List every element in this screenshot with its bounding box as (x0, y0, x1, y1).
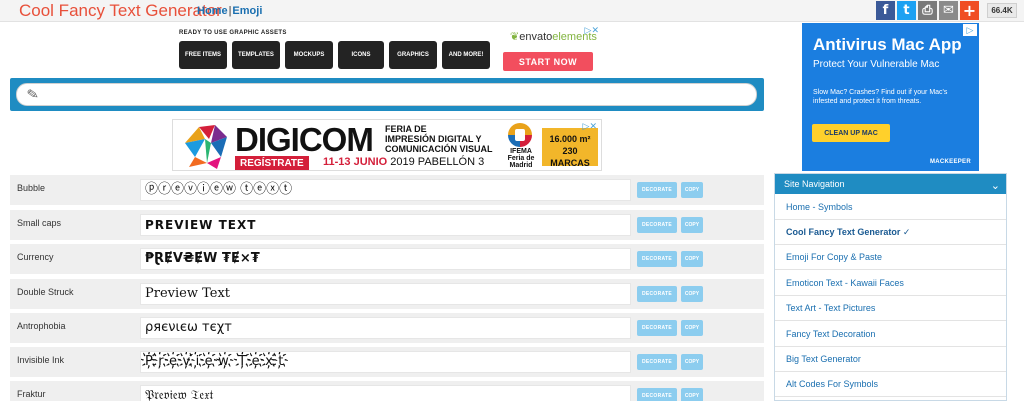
digicom-headline: DIGICOM (235, 121, 374, 158)
site-logo[interactable]: Cool Fancy Text Generator (19, 1, 222, 21)
adchoices-icon[interactable]: ▷✕ (585, 25, 599, 36)
digicom-ad-banner[interactable]: DIGICOM FERIA DE IMPRESIÓN DIGITAL Y COM… (172, 119, 602, 171)
digicom-subtitle: FERIA DE IMPRESIÓN DIGITAL Y COMUNICACIÓ… (385, 124, 493, 154)
site-nav-item[interactable]: Fancy Text Decoration (775, 322, 1006, 347)
decorate-button[interactable]: DECORATE (637, 354, 677, 370)
more-share-icon[interactable]: + (960, 1, 979, 20)
header-nav: Home|Emoji (197, 5, 262, 17)
preview-text-input[interactable]: ✎ (16, 83, 757, 106)
ifema-logo: IFEMA Feria de Madrid (503, 123, 539, 169)
site-navigation: Site Navigation ⌄ Home - Symbols Cool Fa… (774, 173, 1007, 401)
antivirus-ad[interactable]: Antivirus Mac App Protect Your Vulnerabl… (802, 23, 979, 171)
register-button[interactable]: REGÍSTRATE (235, 156, 309, 170)
nav-separator: | (228, 5, 232, 17)
site-nav-item[interactable]: Big Text Generator (775, 347, 1006, 372)
ad-chip[interactable]: AND MORE! (442, 41, 490, 69)
chevron-down-icon[interactable]: ⌄ (991, 176, 1000, 196)
pencil-icon: ✎ (25, 86, 41, 104)
event-dates: 11-13 JUNIO 2019 PABELLÓN 3 (323, 156, 485, 168)
adchoices-icon[interactable]: ▷ (963, 24, 977, 36)
copy-button[interactable]: COPY (681, 217, 703, 233)
ad-chip[interactable]: TEMPLATES (232, 41, 280, 69)
copy-button[interactable]: COPY (681, 388, 703, 401)
style-preview[interactable]: 𝔓𝔯𝔢𝔳𝔦𝔢𝔴 𝔗𝔢𝔵𝔱 (140, 385, 631, 401)
facebook-share-icon[interactable]: f (876, 1, 895, 20)
style-row-antrophobia: Antrophobia ρяєνιєω тєχт DECORATE COPY (10, 313, 764, 343)
site-nav-item[interactable]: Emoticon Text - Kawaii Faces (775, 271, 1006, 296)
ad-title: Antivirus Mac App (813, 35, 962, 54)
copy-button[interactable]: COPY (681, 320, 703, 336)
style-name: Fraktur (17, 389, 46, 399)
ad-chips: FREE ITEMS TEMPLATES MOCKUPS ICONS GRAPH… (179, 41, 490, 69)
envato-ad-banner[interactable]: READY TO USE GRAPHIC ASSETS FREE ITEMS T… (173, 24, 603, 78)
page: Cool Fancy Text Generator Home|Emoji f t… (0, 0, 1024, 401)
nav-emoji-link[interactable]: Emoji (232, 5, 262, 17)
ad-chip[interactable]: FREE ITEMS (179, 41, 227, 69)
email-share-icon[interactable]: ✉ (939, 1, 958, 20)
site-nav-item[interactable]: Home - Symbols (775, 195, 1006, 220)
nav-home-link[interactable]: Home (197, 5, 228, 17)
mackeeper-brand: MACKEEPER (929, 159, 971, 165)
style-row-bubble: Bubble ⓟⓡⓔⓥⓘⓔⓦ ⓣⓔⓧⓣ DECORATE COPY (10, 175, 764, 205)
style-row-currency: Currency ₱ⱤɆV₴ɆW ₮Ɇ×₮ DECORATE COPY (10, 244, 764, 274)
site-nav-item[interactable]: Emoji For Copy & Paste (775, 245, 1006, 270)
style-preview[interactable]: Preview Text (140, 283, 631, 305)
print-icon[interactable]: ⎙ (918, 1, 937, 20)
decorate-button[interactable]: DECORATE (637, 286, 677, 302)
top-header: Cool Fancy Text Generator Home|Emoji f t… (0, 0, 1024, 22)
style-row-fraktur: Fraktur 𝔓𝔯𝔢𝔳𝔦𝔢𝔴 𝔗𝔢𝔵𝔱 DECORATE COPY (10, 381, 764, 401)
share-buttons: f t ⎙ ✉ + (876, 1, 979, 20)
clean-up-mac-button[interactable]: CLEAN UP MAC (812, 124, 890, 142)
style-row-invisible-ink: Invisible Ink P҉r҉e҉v҉i҉e҉w҉ T҉e҉x҉t҉ DE… (10, 347, 764, 377)
ad-subtitle: Protect Your Vulnerable Mac (813, 59, 940, 70)
style-name: Antrophobia (17, 321, 66, 331)
style-name: Small caps (17, 218, 62, 228)
decorate-button[interactable]: DECORATE (637, 217, 677, 233)
adchoices-icon[interactable]: ▷✕ (583, 121, 597, 132)
style-preview[interactable]: P҉r҉e҉v҉i҉e҉w҉ T҉e҉x҉t҉ (140, 351, 631, 373)
ifema-ring-icon (508, 123, 532, 147)
site-nav-header[interactable]: Site Navigation ⌄ (775, 174, 1006, 194)
site-nav-item[interactable]: Text Art - Text Pictures (775, 296, 1006, 321)
site-nav-item-active[interactable]: Cool Fancy Text Generator ✓ (775, 220, 1006, 245)
style-preview[interactable]: ρяєνιєω тєχт (140, 317, 631, 339)
twitter-share-icon[interactable]: t (897, 1, 916, 20)
copy-button[interactable]: COPY (681, 251, 703, 267)
style-name: Bubble (17, 183, 46, 193)
decorate-button[interactable]: DECORATE (637, 388, 677, 401)
decorate-button[interactable]: DECORATE (637, 320, 677, 336)
style-name: Currency (17, 252, 54, 262)
event-stats: 16.000 m² 230 MARCAS (542, 128, 598, 168)
decorate-button[interactable]: DECORATE (637, 251, 677, 267)
share-count: 66.4K (987, 3, 1017, 18)
style-name: Double Struck (17, 287, 74, 297)
style-row-double-struck: Double Struck Preview Text DECORATE COPY (10, 279, 764, 309)
text-input-bar: ✎ (10, 78, 764, 111)
brand-leaf-icon: ❦ (510, 31, 520, 43)
style-name: Invisible Ink (17, 355, 65, 365)
ad-chip[interactable]: MOCKUPS (285, 41, 333, 69)
ad-body: Slow Mac? Crashes? Find out if your Mac'… (813, 89, 948, 105)
site-nav-item[interactable]: Alt Codes For Symbols (775, 372, 1006, 397)
ad-chip[interactable]: ICONS (338, 41, 384, 69)
style-preview[interactable]: ⓟⓡⓔⓥⓘⓔⓦ ⓣⓔⓧⓣ (140, 179, 631, 201)
site-nav-title: Site Navigation (784, 179, 845, 189)
start-now-button[interactable]: START NOW (503, 52, 593, 71)
style-preview[interactable]: ₱ⱤɆV₴ɆW ₮Ɇ×₮ (140, 248, 631, 270)
style-row-small-caps: Small caps PREVIEW TEXT DECORATE COPY (10, 210, 764, 240)
copy-button[interactable]: COPY (681, 354, 703, 370)
lion-logo-icon (185, 125, 227, 169)
copy-button[interactable]: COPY (681, 286, 703, 302)
ad-kicker: READY TO USE GRAPHIC ASSETS (179, 30, 287, 36)
copy-button[interactable]: COPY (681, 182, 703, 198)
decorate-button[interactable]: DECORATE (637, 182, 677, 198)
style-preview[interactable]: PREVIEW TEXT (140, 214, 631, 236)
ad-chip[interactable]: GRAPHICS (389, 41, 437, 69)
ifema-name: IFEMA Feria de Madrid (507, 148, 535, 169)
